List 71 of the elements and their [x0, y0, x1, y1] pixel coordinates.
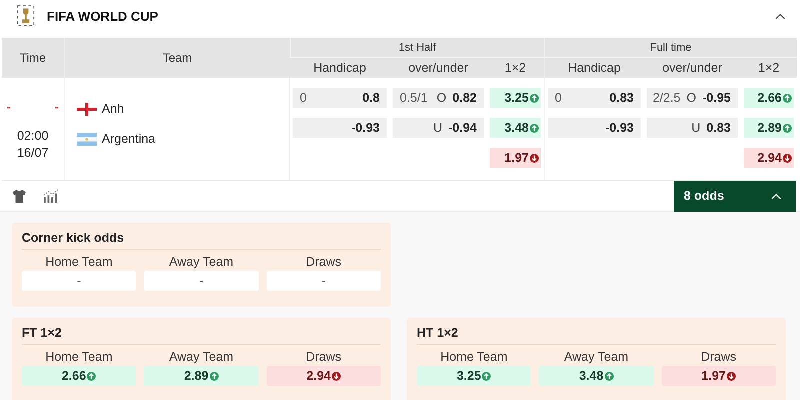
odds-value[interactable]: 2.89 [744, 118, 794, 138]
odds-value[interactable]: 3.25 [490, 88, 541, 108]
odds-value[interactable]: 2.66 [744, 88, 794, 108]
arrow-down-icon [783, 154, 792, 162]
team-name: Anh [102, 102, 124, 116]
odds-toggle-button[interactable]: 8 odds [674, 180, 796, 212]
odds-value[interactable]: 2.94 [744, 148, 794, 168]
flag-icon [77, 102, 97, 116]
over-under-odds[interactable]: U 0.83 [647, 118, 738, 138]
shirt-icon[interactable] [12, 188, 27, 204]
score: - [7, 100, 11, 114]
column-header: Team [64, 38, 290, 78]
arrow-up-icon [482, 372, 492, 380]
arrow-down-icon [727, 372, 736, 380]
team-name: Argentina [102, 132, 156, 146]
handicap-odds[interactable]: -0.93 [293, 118, 387, 138]
outcome-label: Away Team [168, 350, 235, 364]
odds-value[interactable]: 3.48 [490, 118, 541, 138]
outcome-label: Away Team [563, 350, 630, 364]
market-title: FT 1×2 [22, 326, 381, 345]
collapse-icon[interactable] [775, 12, 786, 20]
arrow-up-icon [783, 94, 792, 102]
column-header: 1×2 [487, 58, 544, 78]
over-under-odds[interactable]: 0.5/1 O 0.82 [393, 88, 484, 108]
outcome-label: Home Team [440, 350, 509, 364]
over-under-odds[interactable]: U -0.94 [393, 118, 484, 138]
match-date: 16/07 [17, 145, 49, 162]
outcome-label: Draws [305, 350, 343, 364]
odds-value[interactable]: 2.89 [144, 366, 259, 386]
outcome-label: Draws [305, 255, 343, 269]
league-title: FIFA WORLD CUP [47, 8, 158, 24]
outcome-label: Home Team [44, 255, 114, 269]
handicap-odds[interactable]: -0.93 [548, 118, 641, 138]
odds-value[interactable]: 1.97 [490, 148, 541, 168]
column-header: 1×2 [741, 58, 797, 78]
match-time: 02:00 [17, 128, 49, 145]
stats-icon[interactable] [43, 188, 60, 204]
arrow-up-icon [87, 372, 96, 380]
arrow-up-icon [530, 94, 539, 102]
column-header: over/under [644, 58, 741, 78]
outcome-label: Away Team [168, 255, 235, 269]
arrow-down-icon [332, 372, 341, 380]
arrow-down-icon [530, 154, 539, 162]
score: - [55, 100, 59, 114]
odds-value[interactable]: - [144, 271, 259, 291]
market-title: Corner kick odds [22, 231, 381, 250]
odds-value[interactable]: 3.48 [539, 366, 654, 386]
over-under-odds[interactable]: 2/2.5 O -0.95 [647, 88, 738, 108]
trophy-icon [17, 5, 35, 27]
handicap-odds[interactable]: 0 0.83 [548, 88, 641, 108]
column-header: Handicap [290, 58, 390, 78]
column-header: Time [2, 38, 64, 78]
column-header: Handicap [544, 58, 644, 78]
odds-value[interactable]: 2.94 [266, 366, 381, 386]
column-header: Full time [544, 38, 797, 58]
odds-value[interactable]: 3.25 [417, 366, 532, 386]
market-title: HT 1×2 [417, 326, 776, 345]
column-header: over/under [390, 58, 487, 78]
outcome-label: Home Team [44, 350, 114, 364]
odds-value[interactable]: 2.66 [22, 366, 136, 386]
odds-value[interactable]: - [22, 271, 136, 291]
odds-value[interactable]: 1.97 [662, 366, 776, 386]
flag-icon [77, 132, 97, 146]
outcome-label: Draws [700, 350, 738, 364]
arrow-up-icon [210, 372, 219, 380]
arrow-up-icon [530, 124, 539, 132]
arrow-up-icon [783, 124, 792, 132]
column-header: 1st Half [290, 38, 544, 58]
handicap-odds[interactable]: 0 0.8 [293, 88, 387, 108]
odds-value[interactable]: - [266, 271, 381, 291]
arrow-up-icon [604, 372, 614, 380]
